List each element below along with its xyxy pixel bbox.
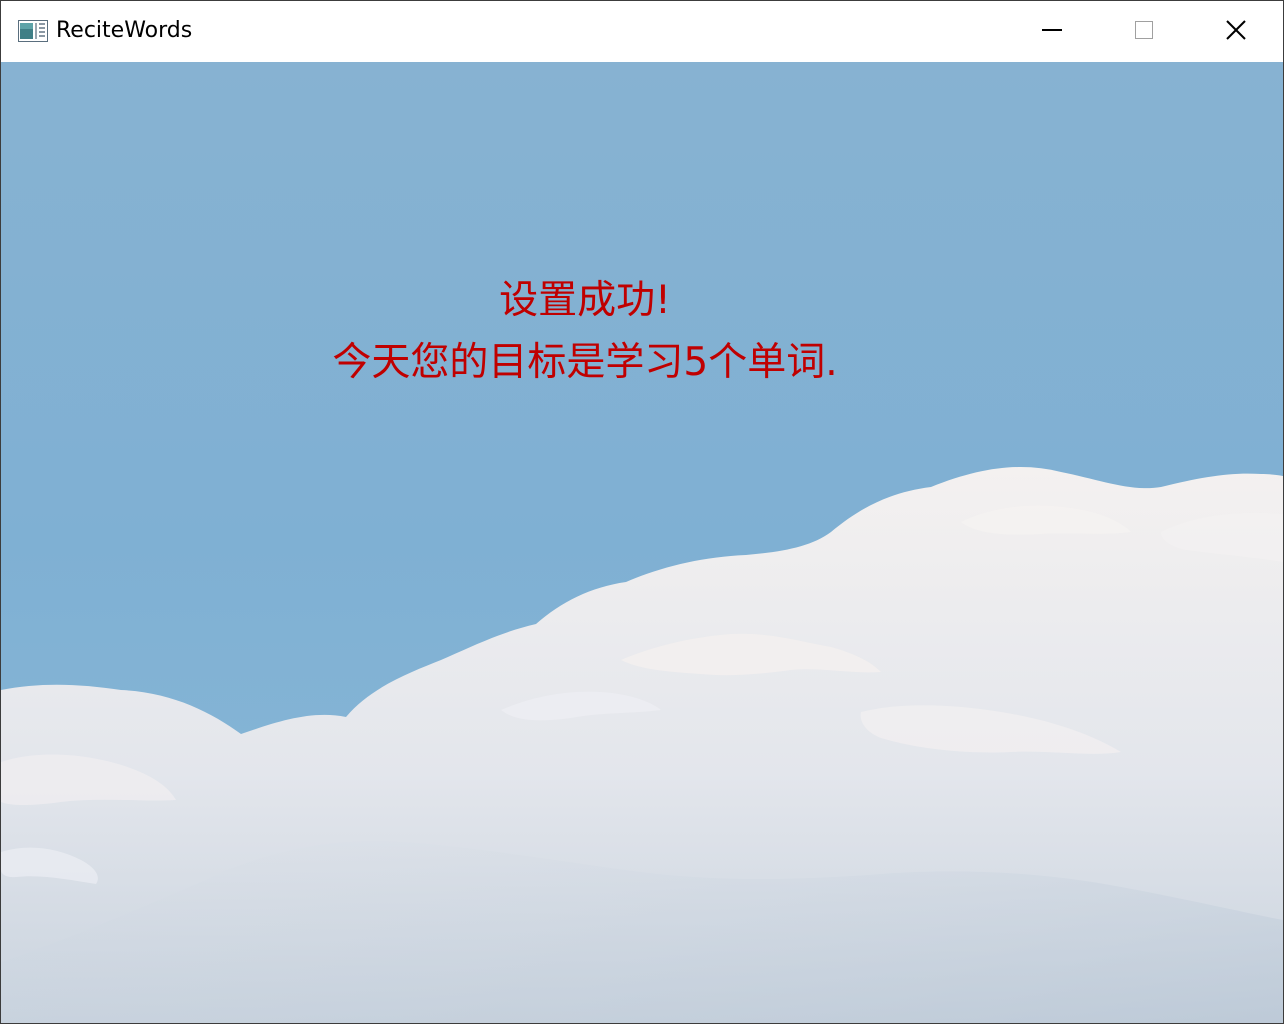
goal-text: 今天您的目标是学习5个单词. — [332, 340, 838, 385]
status-message: 设置成功! 今天您的目标是学习5个单词. — [1, 270, 1169, 394]
main-content: 设置成功! 今天您的目标是学习5个单词. — [1, 62, 1283, 1023]
app-window: ReciteWords 设置成功! 今天您的目标是学习5个单词. — [0, 0, 1284, 1024]
window-title: ReciteWords — [56, 18, 193, 43]
app-icon — [18, 20, 48, 42]
minimize-button[interactable] — [1006, 1, 1098, 62]
close-button[interactable] — [1190, 1, 1282, 62]
minimize-icon — [1041, 19, 1063, 45]
close-icon — [1225, 19, 1247, 45]
success-text: 设置成功! — [499, 278, 671, 323]
maximize-button[interactable] — [1098, 1, 1190, 62]
maximize-icon — [1133, 19, 1155, 45]
title-bar[interactable]: ReciteWords — [1, 1, 1283, 62]
sky-cloud-background — [1, 62, 1283, 1023]
